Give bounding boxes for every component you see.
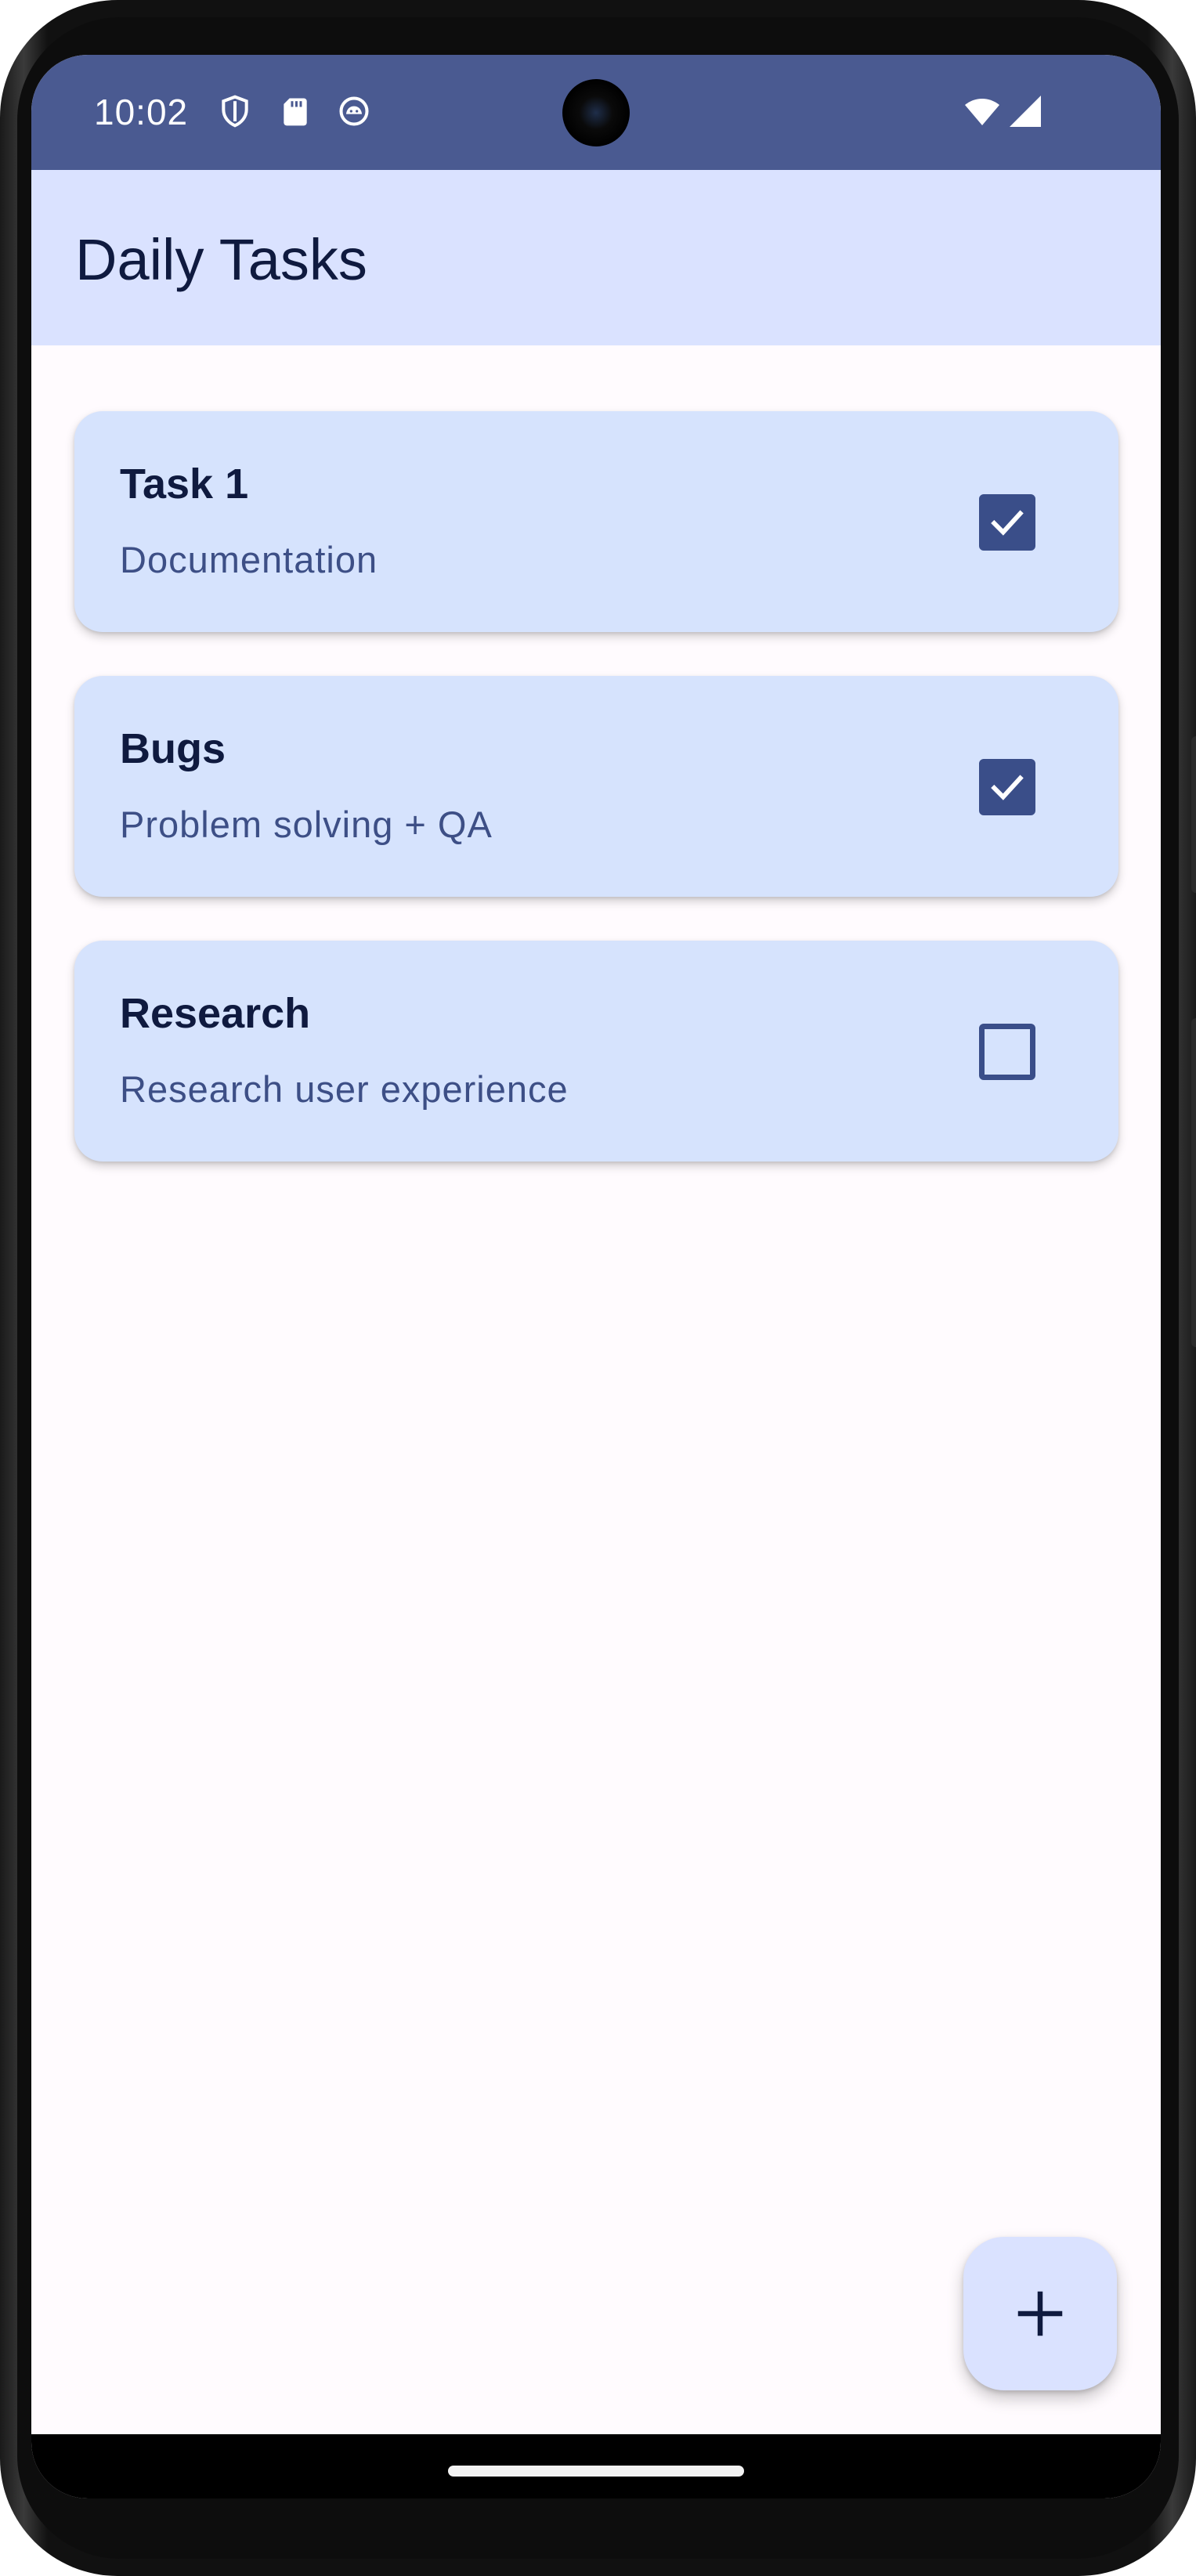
home-gesture-handle[interactable] — [448, 2466, 744, 2477]
app-bar: Daily Tasks — [31, 170, 1161, 345]
screen: 10:02 Daily Tasks Task 1 Documentation B… — [31, 55, 1161, 2498]
status-bar: 10:02 — [31, 55, 1161, 170]
wifi-icon — [960, 92, 1004, 130]
task-checkbox[interactable] — [979, 1024, 1035, 1080]
task-checkbox[interactable] — [979, 494, 1035, 551]
task-subtitle: Research user experience — [120, 1068, 569, 1110]
android-debug-icon — [337, 92, 371, 130]
front-camera — [562, 79, 630, 146]
task-title: Task 1 — [120, 461, 249, 508]
task-checkbox[interactable] — [979, 759, 1035, 815]
navigation-bar — [31, 2434, 1161, 2498]
task-subtitle: Documentation — [120, 539, 378, 580]
task-card[interactable]: Task 1 Documentation — [74, 411, 1118, 632]
shield-icon — [218, 92, 252, 130]
power-button — [1191, 736, 1196, 893]
check-icon — [991, 775, 1024, 800]
volume-button — [1191, 1018, 1196, 1347]
cellular-signal-icon — [1006, 92, 1045, 130]
check-icon — [991, 510, 1024, 536]
add-task-button[interactable] — [963, 2237, 1117, 2390]
page-title: Daily Tasks — [75, 227, 367, 292]
task-title: Research — [120, 990, 311, 1037]
task-subtitle: Problem solving + QA — [120, 804, 493, 845]
status-time: 10:02 — [94, 92, 189, 132]
task-card[interactable]: Bugs Problem solving + QA — [74, 676, 1118, 897]
sd-card-icon — [278, 92, 313, 130]
phone-frame: 10:02 Daily Tasks Task 1 Documentation B… — [0, 0, 1196, 2576]
task-list: Task 1 Documentation Bugs Problem solvin… — [74, 411, 1118, 1205]
task-card[interactable]: Research Research user experience — [74, 941, 1118, 1162]
plus-icon — [1017, 2291, 1063, 2336]
task-title: Bugs — [120, 725, 226, 772]
